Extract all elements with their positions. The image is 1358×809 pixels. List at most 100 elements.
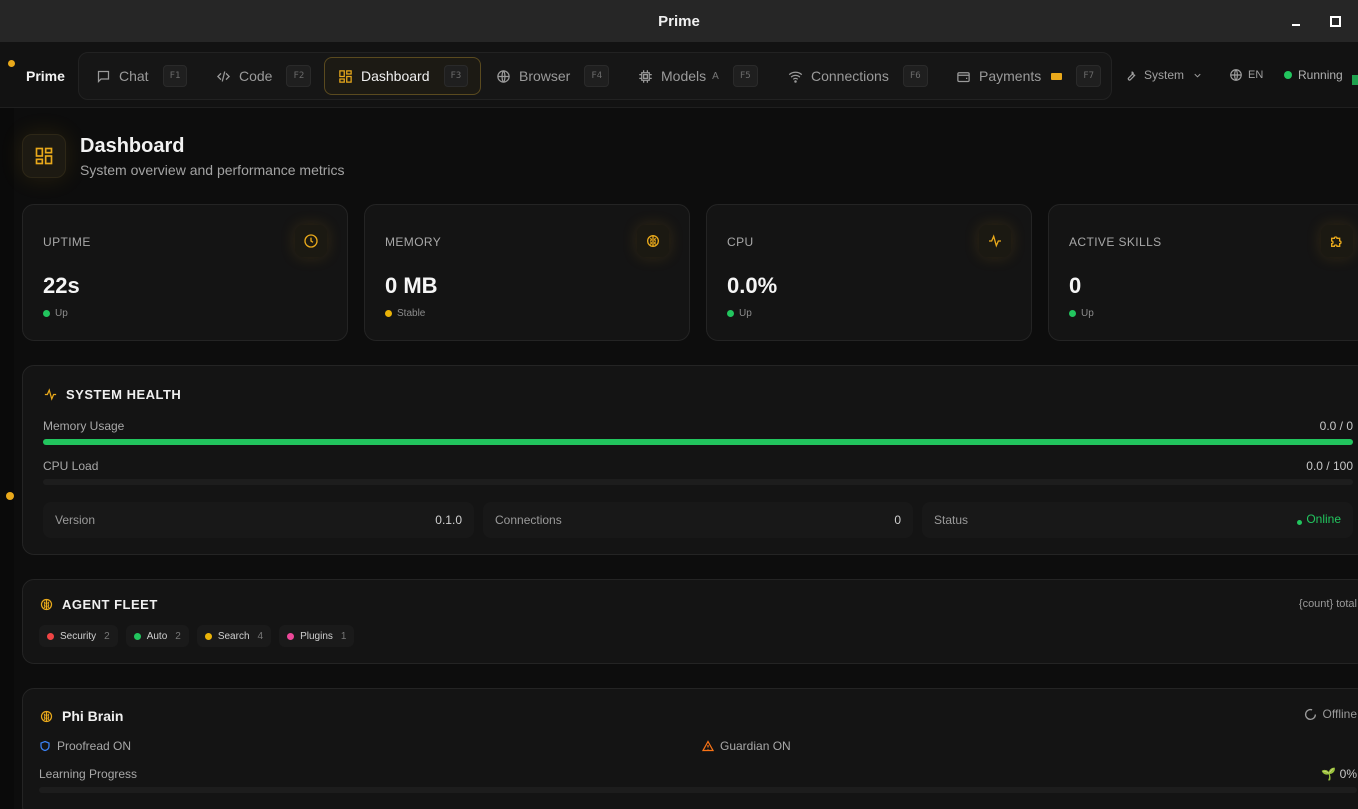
learning-progress-value: 🌱 0% <box>1321 767 1357 781</box>
tab-label: Payments <box>979 68 1042 84</box>
chip-dot <box>133 632 141 640</box>
shield-icon <box>40 740 50 752</box>
wallet-icon <box>955 68 971 84</box>
fleet-chip-plugins[interactable]: Plugins 1 <box>279 625 355 647</box>
phi-brain-panel: Phi Brain Offline Proofread ON Guardian … <box>22 688 1358 809</box>
stat-trend: Up <box>727 308 752 319</box>
memory-usage-bar <box>43 439 1353 445</box>
language-selector[interactable]: EN <box>1229 68 1263 82</box>
maximize-button[interactable] <box>1328 14 1342 28</box>
memory-usage-value: 0.0 / 0 <box>1319 419 1353 433</box>
tab-models[interactable]: Models A F5 <box>625 57 770 95</box>
system-menu-label: System <box>1144 68 1185 82</box>
stat-label: ACTIVE SKILLS <box>1069 235 1162 249</box>
fleet-count: {count} total <box>1298 598 1357 610</box>
panel-title: SYSTEM HEALTH <box>43 387 181 402</box>
stat-trend: Stable <box>385 308 425 319</box>
clock-icon <box>295 225 327 257</box>
system-health-title: SYSTEM HEALTH <box>66 387 182 402</box>
activity-icon <box>979 225 1011 257</box>
window-title: Prime <box>658 12 700 30</box>
proofread-row: Proofread ON <box>39 739 131 753</box>
chip-label: Search <box>217 630 250 642</box>
learning-progress-bar <box>39 787 1357 793</box>
memory-usage-label: Memory Usage <box>43 419 125 433</box>
wrench-icon <box>1127 71 1136 81</box>
tab-label: Chat <box>119 68 149 84</box>
tab-connections[interactable]: Connections F6 <box>775 57 940 95</box>
stat-trend: Up <box>43 308 68 319</box>
edge-indicator <box>1352 75 1358 85</box>
tab-bar: Chat F1 Code F2 Dashboard F3 Browser F4 <box>78 52 1112 100</box>
page-subtitle: System overview and performance metrics <box>80 161 345 178</box>
tab-label: Code <box>239 68 273 84</box>
dashboard-icon <box>337 68 353 84</box>
tab-label: Dashboard <box>361 68 430 84</box>
chip-count: 2 <box>104 630 110 642</box>
trend-label: Up <box>55 308 68 319</box>
online-dot <box>1297 519 1303 525</box>
minimize-button[interactable] <box>1289 14 1303 28</box>
tab-browser[interactable]: Browser F4 <box>483 57 621 95</box>
brain-icon <box>40 710 53 722</box>
chip-count: 1 <box>340 630 347 642</box>
fleet-chip-auto[interactable]: Auto 2 <box>125 625 189 647</box>
connections-field: Connections 0 <box>483 502 913 538</box>
shortcut-badge: F1 <box>162 65 188 87</box>
cpu-load-value: 0.0 / 100 <box>1306 459 1353 473</box>
status-field: Status Online <box>922 502 1353 538</box>
version-value: 0.1.0 <box>435 513 462 527</box>
stat-label: MEMORY <box>385 235 442 249</box>
cpu-load-bar <box>43 479 1353 485</box>
fleet-chip-security[interactable]: Security 2 <box>39 625 118 647</box>
stat-value: 22s <box>43 273 80 298</box>
tab-dashboard[interactable]: Dashboard F3 <box>324 57 482 95</box>
card-icon <box>1051 72 1063 80</box>
guardian-row: Guardian ON <box>702 739 791 753</box>
rail-indicator-dot <box>6 492 14 500</box>
brand-label[interactable]: Prime <box>26 68 65 84</box>
page-title: Dashboard <box>80 134 185 157</box>
tab-label: Browser <box>519 68 571 84</box>
chat-icon <box>95 68 111 84</box>
language-label: EN <box>1248 69 1264 81</box>
status-value-text: Online <box>1306 512 1341 526</box>
connections-value: 0 <box>894 513 901 527</box>
tab-payments[interactable]: Payments F7 <box>943 57 1113 95</box>
window-titlebar: Prime <box>0 0 1358 42</box>
activity-icon <box>44 388 57 401</box>
status-dot <box>1284 71 1292 79</box>
trend-dot <box>385 310 392 317</box>
puzzle-icon <box>1321 225 1353 257</box>
tab-chat[interactable]: Chat F1 <box>83 57 199 95</box>
learning-progress-label: Learning Progress <box>39 767 138 781</box>
stat-trend: Up <box>1069 308 1094 319</box>
phi-status: Offline <box>1304 707 1357 721</box>
trend-dot <box>1069 310 1076 317</box>
run-status-label: Running <box>1298 68 1343 82</box>
fleet-chip-search[interactable]: Search 4 <box>196 625 272 647</box>
trend-label: Stable <box>397 308 426 319</box>
stat-card-uptime: UPTIME 22s Up <box>22 204 348 341</box>
shortcut-badge: F3 <box>443 65 469 87</box>
globe-icon <box>495 68 511 84</box>
page-header: Dashboard System overview and performanc… <box>22 134 345 178</box>
run-status: Running <box>1284 68 1343 82</box>
system-menu[interactable]: System <box>1124 68 1203 82</box>
system-health-panel: SYSTEM HEALTH Memory Usage 0.0 / 0 CPU L… <box>22 365 1358 555</box>
stat-value: 0.0% <box>727 273 778 298</box>
trend-label: Up <box>1081 308 1094 319</box>
phi-status-label: Offline <box>1322 707 1357 721</box>
stat-value: 0 MB <box>385 273 438 298</box>
shortcut-badge: F7 <box>1076 65 1102 87</box>
fleet-chips: Security 2 Auto 2 Search 4 Plugins 1 <box>39 625 355 647</box>
trend-dot <box>727 310 734 317</box>
chip-count: 4 <box>257 630 264 642</box>
tab-code[interactable]: Code F2 <box>203 57 323 95</box>
dashboard-icon <box>22 134 66 178</box>
shortcut-badge: F6 <box>902 65 928 87</box>
chip-count: 2 <box>175 630 181 642</box>
globe-icon <box>1230 69 1242 81</box>
brain-icon <box>40 598 53 611</box>
main-content: Dashboard System overview and performanc… <box>0 108 1358 809</box>
